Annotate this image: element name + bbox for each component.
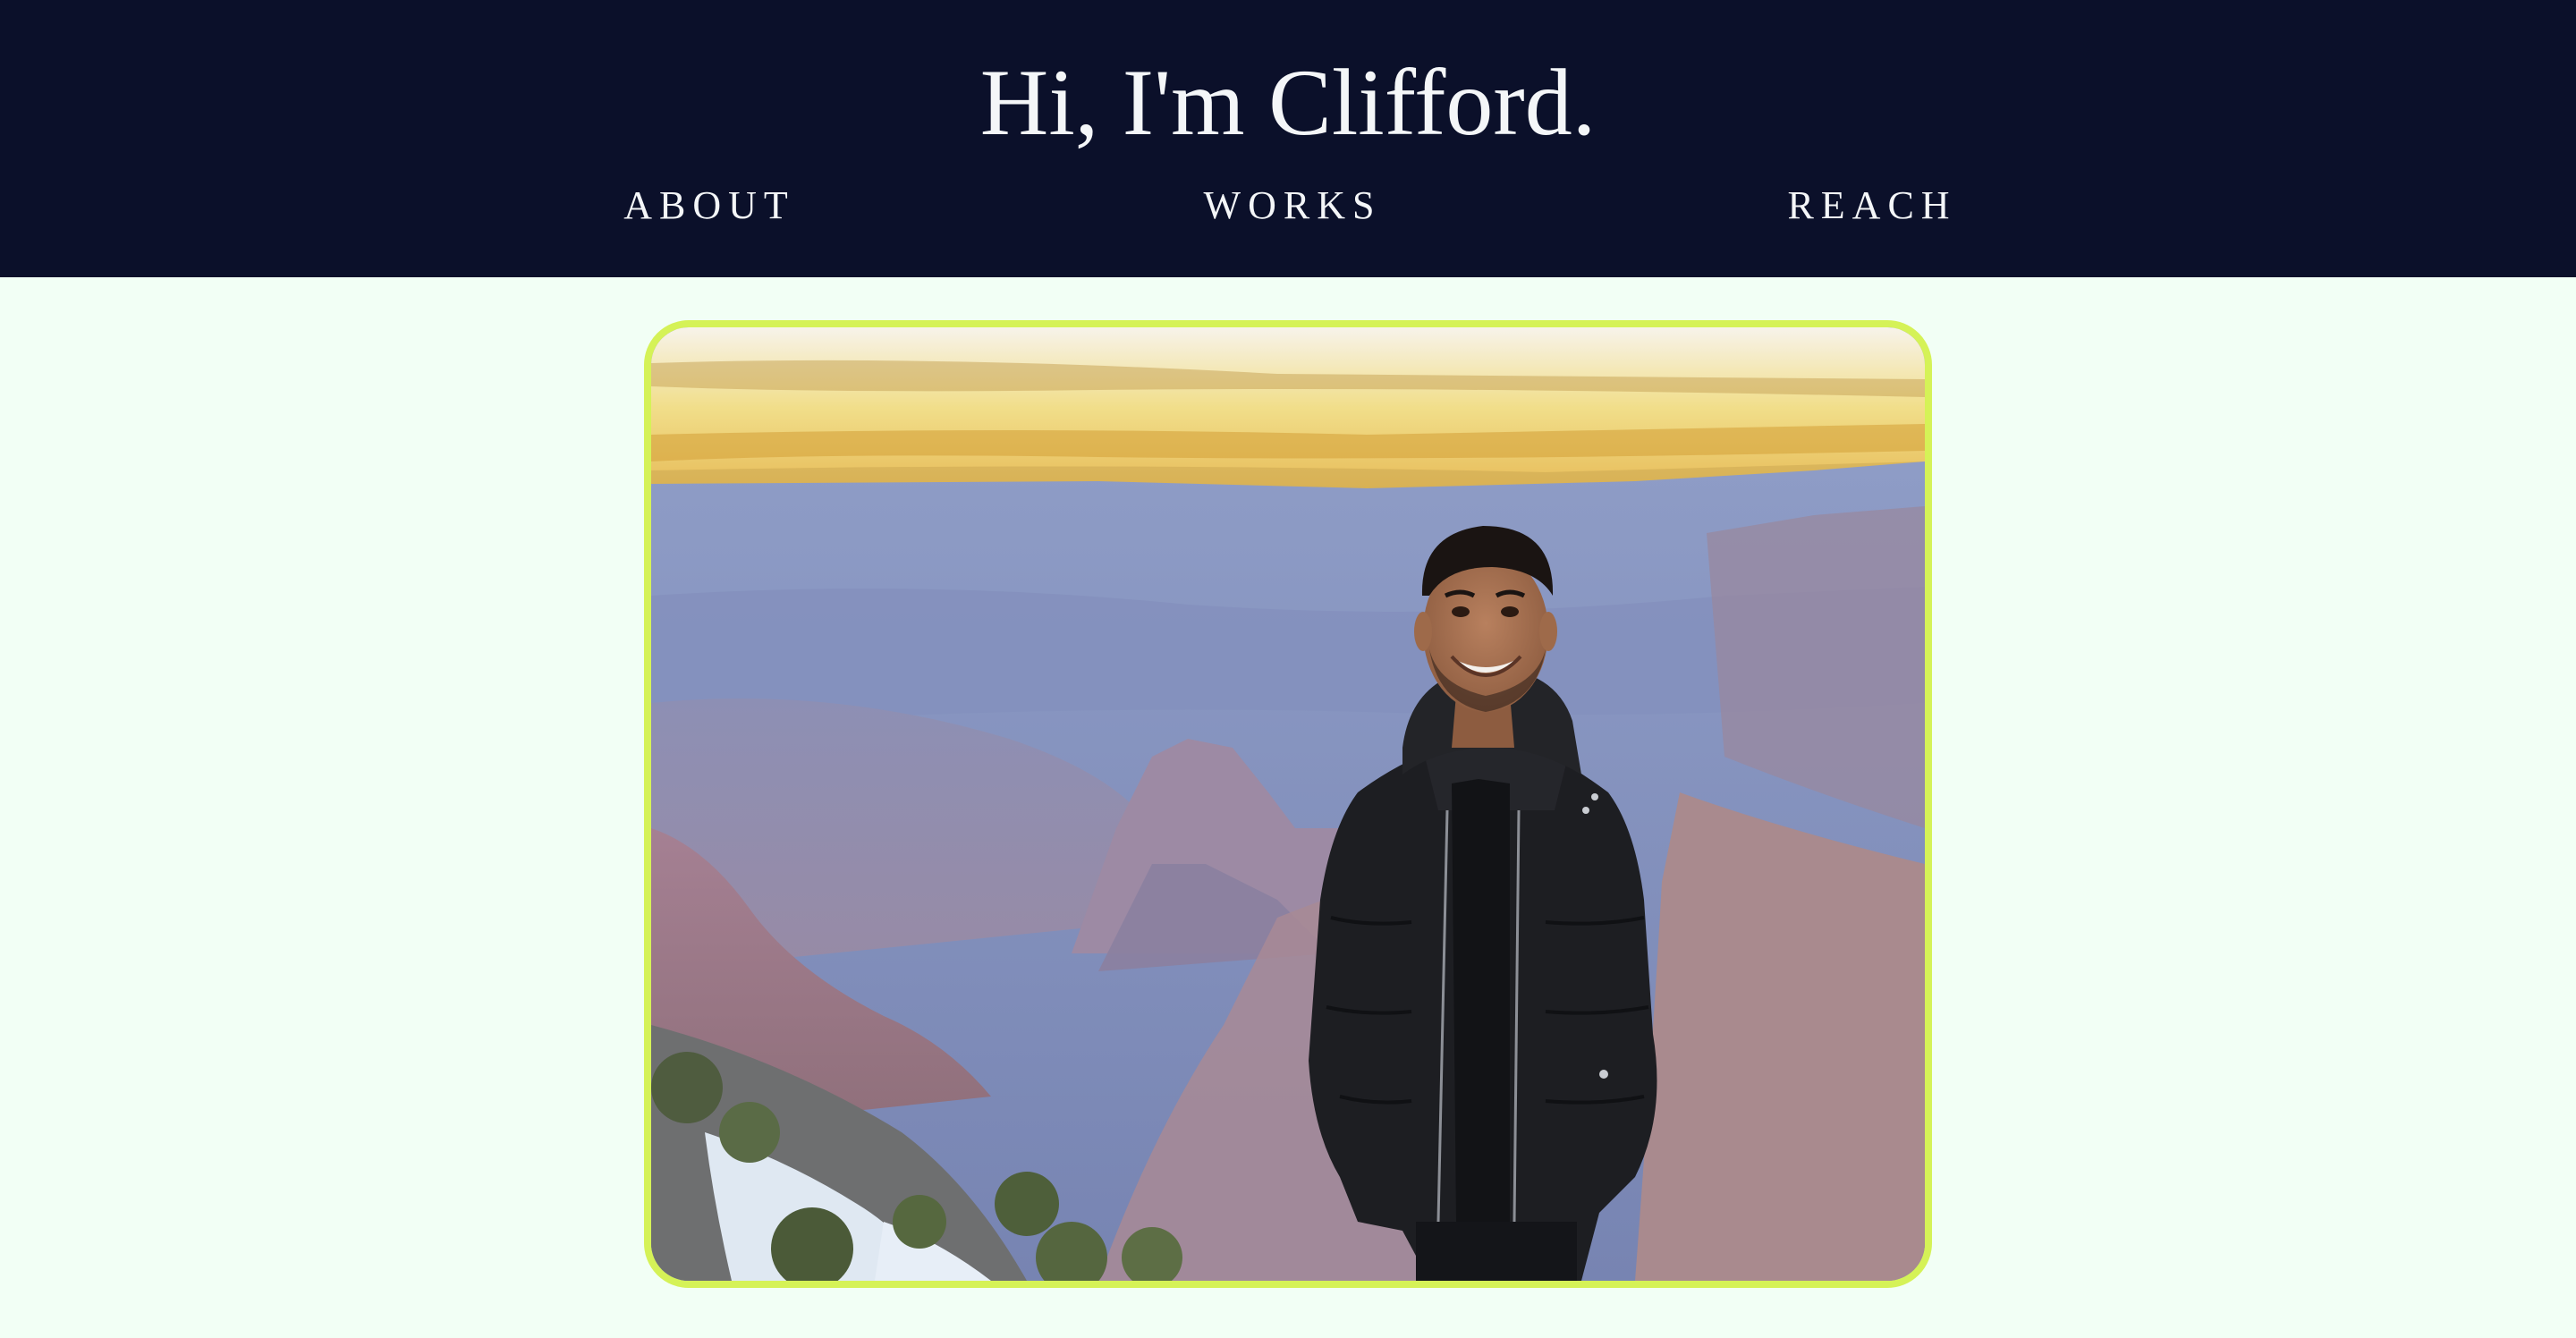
portrait-photo-image: [651, 327, 1925, 1281]
site-title: Hi, I'm Clifford.: [979, 50, 1597, 155]
nav-reach-link[interactable]: REACH: [1711, 179, 2033, 233]
nav-works-link[interactable]: WORKS: [1131, 179, 1453, 233]
site-header: Hi, I'm Clifford. ABOUT WORKS REACH: [0, 0, 2576, 277]
hero-photo: [644, 320, 1932, 1288]
nav-about-link[interactable]: ABOUT: [548, 179, 870, 233]
